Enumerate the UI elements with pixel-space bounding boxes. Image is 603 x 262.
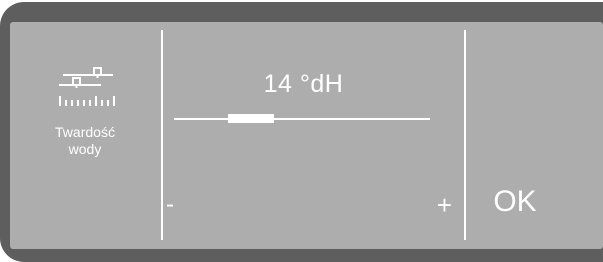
menu-item-label: Twardość wody bbox=[30, 124, 140, 158]
hardness-value: 14 °dH bbox=[263, 70, 344, 98]
slider-indicator bbox=[228, 114, 274, 123]
right-divider bbox=[464, 30, 466, 240]
hardness-slider[interactable] bbox=[174, 112, 430, 126]
decrease-button[interactable]: - bbox=[166, 188, 206, 222]
left-divider bbox=[161, 30, 163, 240]
water-hardness-icon bbox=[53, 62, 119, 110]
slider-track bbox=[174, 118, 430, 120]
menu-label-line1: Twardość bbox=[55, 124, 115, 140]
menu-label-line2: wody bbox=[68, 141, 102, 157]
ok-button[interactable]: OK bbox=[470, 182, 560, 222]
increase-button[interactable]: + bbox=[412, 188, 452, 222]
